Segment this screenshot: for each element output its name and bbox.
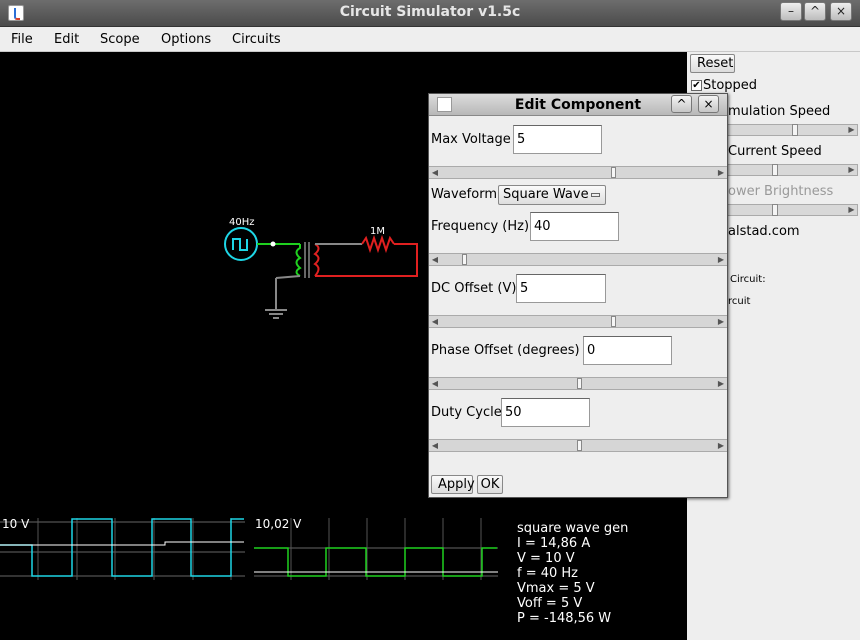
dialog-titlebar[interactable]: Edit Component ^ ×	[429, 94, 727, 116]
phase-offset-field[interactable]: 0	[583, 336, 672, 365]
phase-offset-label: Phase Offset (degrees)	[431, 343, 580, 358]
current-circuit-label: Circuit:	[730, 274, 766, 285]
menu-circuits[interactable]: Circuits	[232, 32, 281, 47]
waveform-value: Square Wave	[503, 187, 589, 202]
slider-left-arrow[interactable]: ◀	[429, 378, 441, 389]
slider-right-arrow[interactable]: ▶	[846, 125, 857, 135]
transformer-secondary-coil[interactable]	[313, 243, 320, 277]
frequency-label: Frequency (Hz)	[431, 219, 530, 234]
edit-component-dialog: Edit Component ^ × Max Voltage 5 ◀ ▶ Wav…	[428, 93, 728, 498]
duty-cycle-field[interactable]: 50	[501, 398, 590, 427]
stopped-label: Stopped	[703, 78, 758, 93]
close-button[interactable]: ×	[830, 2, 852, 21]
waveform-select[interactable]: Square Wave	[498, 185, 606, 205]
menu-file[interactable]: File	[11, 32, 33, 47]
info-frequency: f = 40 Hz	[517, 566, 579, 581]
slider-left-arrow[interactable]: ◀	[429, 254, 441, 265]
slider-left-arrow[interactable]: ◀	[429, 167, 441, 178]
wire-primary-ground[interactable]	[275, 275, 301, 279]
slider-right-arrow[interactable]: ▶	[715, 167, 727, 178]
reset-button[interactable]: Reset	[690, 54, 735, 73]
scope-left[interactable]	[0, 518, 245, 580]
info-vmax: Vmax = 5 V	[517, 581, 595, 596]
slider-right-arrow[interactable]: ▶	[846, 205, 857, 215]
slider-right-arrow[interactable]: ▶	[715, 316, 727, 327]
dc-offset-slider[interactable]: ◀ ▶	[429, 315, 727, 328]
info-voff: Voff = 5 V	[517, 596, 583, 611]
square-wave-source[interactable]	[224, 227, 258, 261]
simulation-speed-slider[interactable]: ▶	[727, 124, 858, 136]
frequency-field[interactable]: 40	[530, 212, 619, 241]
menu-edit[interactable]: Edit	[54, 32, 79, 47]
scope-right-label: 10,02 V	[255, 517, 302, 531]
circuit-name-label: rcuit	[728, 296, 751, 307]
slider-knob[interactable]	[772, 204, 778, 216]
menu-scope[interactable]: Scope	[100, 32, 140, 47]
slider-right-arrow[interactable]: ▶	[715, 378, 727, 389]
max-voltage-field[interactable]: 5	[513, 125, 602, 154]
waveform-label: Waveform	[431, 187, 497, 202]
phase-offset-slider[interactable]: ◀ ▶	[429, 377, 727, 390]
window-titlebar: Circuit Simulator v1.5c – ^ ×	[0, 0, 860, 27]
info-element-name: square wave gen	[517, 521, 629, 536]
slider-knob[interactable]	[577, 440, 582, 451]
info-power: P = -148,56 W	[517, 611, 612, 626]
max-voltage-label: Max Voltage	[431, 132, 511, 147]
scope-left-label: 10 V	[2, 517, 30, 531]
stopped-checkbox[interactable]: ✔	[691, 80, 702, 91]
dialog-close-button[interactable]: ×	[698, 95, 719, 113]
info-voltage: V = 10 V	[517, 551, 575, 566]
duty-cycle-slider[interactable]: ◀ ▶	[429, 439, 727, 452]
dc-offset-label: DC Offset (V)	[431, 281, 517, 296]
transformer-primary-coil[interactable]	[295, 244, 302, 277]
slider-right-arrow[interactable]: ▶	[715, 254, 727, 265]
max-voltage-slider[interactable]: ◀ ▶	[429, 166, 727, 179]
dc-offset-field[interactable]: 5	[516, 274, 606, 303]
menu-options[interactable]: Options	[161, 32, 211, 47]
slider-knob[interactable]	[792, 124, 798, 136]
duty-cycle-label: Duty Cycle	[431, 405, 502, 420]
source-frequency-label: 40Hz	[229, 217, 255, 228]
minimize-button[interactable]: –	[780, 2, 802, 21]
power-brightness-label: ower Brightness	[728, 184, 834, 199]
resistor[interactable]	[361, 234, 395, 254]
slider-right-arrow[interactable]: ▶	[846, 165, 857, 175]
apply-button[interactable]: Apply	[431, 475, 475, 494]
current-speed-slider[interactable]: ▶	[727, 164, 858, 176]
website-link[interactable]: alstad.com	[728, 224, 800, 239]
slider-knob[interactable]	[611, 167, 616, 178]
dropdown-icon	[591, 193, 600, 197]
current-speed-label: Current Speed	[728, 144, 822, 159]
power-brightness-slider[interactable]: ▶	[727, 204, 858, 216]
dialog-maximize-button[interactable]: ^	[671, 95, 692, 113]
ground-symbol[interactable]	[265, 309, 287, 319]
resistor-value-label: 1M	[370, 226, 385, 237]
maximize-button[interactable]: ^	[804, 2, 826, 21]
menu-bar: File Edit Scope Options Circuits	[0, 27, 860, 52]
slider-knob[interactable]	[462, 254, 467, 265]
simulation-speed-label: mulation Speed	[728, 104, 831, 119]
slider-left-arrow[interactable]: ◀	[429, 316, 441, 327]
frequency-slider[interactable]: ◀ ▶	[429, 253, 727, 266]
window-title: Circuit Simulator v1.5c	[339, 4, 521, 20]
wire-node	[270, 241, 276, 247]
ok-button[interactable]: OK	[477, 475, 503, 494]
slider-right-arrow[interactable]: ▶	[715, 440, 727, 451]
slider-left-arrow[interactable]: ◀	[429, 440, 441, 451]
slider-knob[interactable]	[611, 316, 616, 327]
slider-knob[interactable]	[772, 164, 778, 176]
info-current: I = 14,86 A	[517, 536, 591, 551]
slider-knob[interactable]	[577, 378, 582, 389]
